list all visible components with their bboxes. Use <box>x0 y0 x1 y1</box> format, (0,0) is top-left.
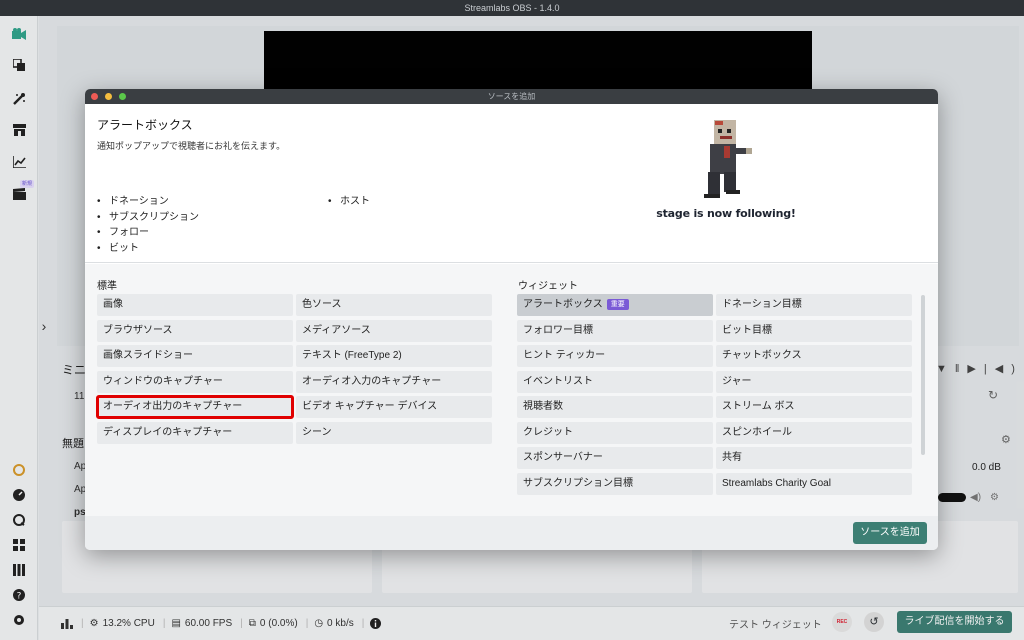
widget-bit-goal[interactable]: ビット目標 <box>716 319 912 342</box>
source-info-description: 通知ポップアップで視聴者にお礼を伝えます。 <box>97 141 286 151</box>
close-window-button[interactable] <box>91 93 98 100</box>
widget-alert-box-label: アラートボックス <box>523 299 603 310</box>
widget-follower-goal[interactable]: フォロワー目標 <box>517 319 713 342</box>
dialog-title: ソースを追加 <box>487 92 536 101</box>
alert-preview-caption: stage is now following! <box>656 207 796 220</box>
add-source-button[interactable]: ソースを追加 <box>853 522 927 544</box>
essential-badge: 重要 <box>606 299 629 310</box>
widget-jar[interactable]: ジャー <box>716 370 912 393</box>
dialog-footer: ソースを追加 <box>85 516 938 550</box>
feature-list-left: ドネーション サブスクリプション フォロー ビット <box>97 194 199 256</box>
source-video-capture-device[interactable]: ビデオ キャプチャー デバイス <box>296 396 492 418</box>
app-title-bar: Streamlabs OBS - 1.4.0 <box>0 0 1024 16</box>
widget-list-scrollbar[interactable] <box>921 295 925 455</box>
maximize-window-button[interactable] <box>119 93 126 100</box>
widget-charity-goal[interactable]: Streamlabs Charity Goal <box>716 472 912 495</box>
source-window-capture[interactable]: ウィンドウのキャプチャー <box>97 370 293 393</box>
widget-credits[interactable]: クレジット <box>517 421 713 444</box>
widget-alert-box[interactable]: アラートボックス 重要 <box>517 294 713 316</box>
feature-item: ドネーション <box>97 194 199 210</box>
widget-subscription-goal[interactable]: サブスクリプション目標 <box>517 472 713 495</box>
feature-item: サブスクリプション <box>97 210 199 226</box>
widget-share[interactable]: 共有 <box>716 447 912 469</box>
widget-donation-goal[interactable]: ドネーション目標 <box>716 294 912 316</box>
widget-sources-grid: アラートボックス 重要 ドネーション目標 フォロワー目標 ビット目標 ヒント ティ… <box>517 294 912 495</box>
widgets-section-label: ウィジェット <box>518 281 578 292</box>
feature-item: ビット <box>97 241 199 257</box>
source-text-freetype[interactable]: テキスト (FreeType 2) <box>296 345 492 367</box>
source-info-panel: アラートボックス 通知ポップアップで視聴者にお礼を伝えます。 ドネーション サブ… <box>85 104 938 263</box>
dialog-title-bar: ソースを追加 <box>85 89 938 104</box>
standard-section-label: 標準 <box>97 281 117 292</box>
source-display-capture[interactable]: ディスプレイのキャプチャー <box>97 421 293 444</box>
source-scene[interactable]: シーン <box>296 421 492 444</box>
widget-spin-wheel[interactable]: スピンホイール <box>716 421 912 444</box>
widget-chat-box[interactable]: チャットボックス <box>716 345 912 367</box>
minimize-window-button[interactable] <box>105 93 112 100</box>
source-audio-output-capture[interactable]: オーディオ出力のキャプチャー <box>96 395 294 419</box>
widget-stream-boss[interactable]: ストリーム ボス <box>716 396 912 418</box>
feature-list-right: ホスト <box>328 194 370 210</box>
source-color[interactable]: 色ソース <box>296 294 492 316</box>
source-media[interactable]: メディアソース <box>296 319 492 342</box>
add-source-dialog: ソースを追加 アラートボックス 通知ポップアップで視聴者にお礼を伝えます。 ドネ… <box>85 89 938 550</box>
feature-item: フォロー <box>97 225 199 241</box>
standard-sources-grid: 画像 色ソース ブラウザソース メディアソース 画像スライドショー テキスト (… <box>96 294 492 444</box>
source-lists: 標準 画像 色ソース ブラウザソース メディアソース 画像スライドショー テキス… <box>85 264 938 516</box>
source-image[interactable]: 画像 <box>97 294 293 316</box>
widget-tip-ticker[interactable]: ヒント ティッカー <box>517 345 713 367</box>
source-audio-input-capture[interactable]: オーディオ入力のキャプチャー <box>296 370 492 393</box>
feature-item: ホスト <box>328 194 370 210</box>
alert-preview-image <box>652 116 800 216</box>
widget-sponsor-banner[interactable]: スポンサーバナー <box>517 447 713 469</box>
app-title: Streamlabs OBS - 1.4.0 <box>464 3 560 13</box>
widget-viewer-count[interactable]: 視聴者数 <box>517 396 713 418</box>
source-slideshow[interactable]: 画像スライドショー <box>97 345 293 367</box>
widget-event-list[interactable]: イベントリスト <box>517 370 713 393</box>
source-browser[interactable]: ブラウザソース <box>97 319 293 342</box>
source-info-title: アラートボックス <box>97 118 193 132</box>
